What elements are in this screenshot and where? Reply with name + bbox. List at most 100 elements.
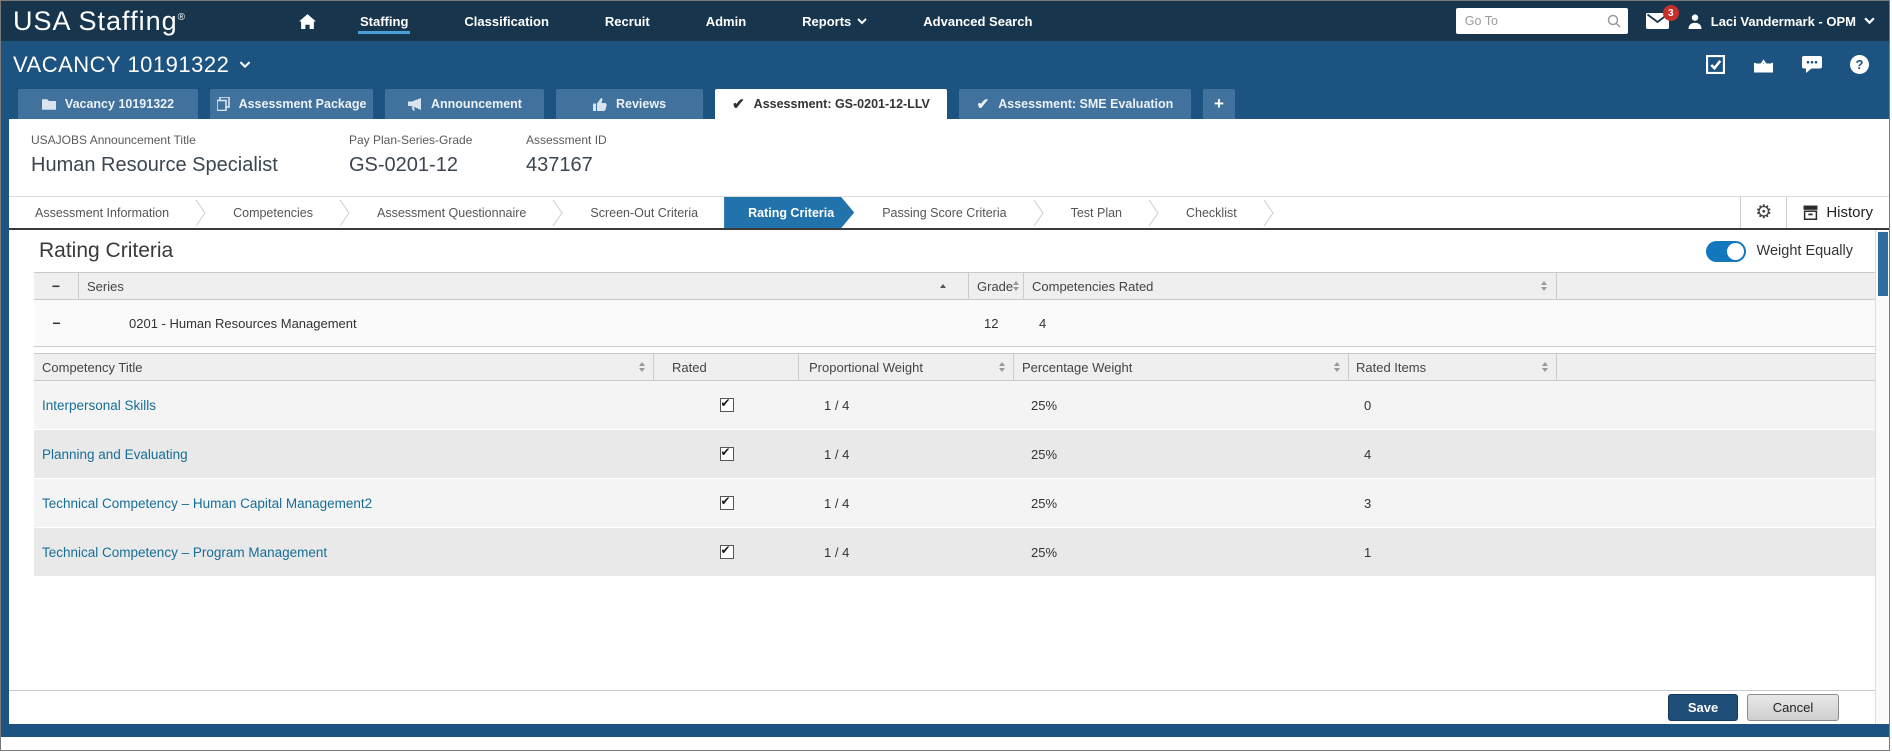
tab-announcement[interactable]: Announcement	[385, 89, 544, 119]
tasks-icon[interactable]	[1706, 55, 1725, 74]
step-competencies[interactable]: Competencies	[207, 197, 339, 228]
rated-items-cell: 0	[1364, 397, 1372, 413]
col-label: Competency Title	[42, 359, 143, 375]
history-button[interactable]: History	[1786, 197, 1889, 228]
search-icon[interactable]	[1607, 14, 1621, 28]
proportional-weight-cell: 1 / 4	[824, 397, 850, 413]
sort-icon[interactable]	[1334, 362, 1340, 372]
step-separator	[1033, 197, 1045, 228]
col-competencies-rated[interactable]: Competencies Rated	[1024, 273, 1557, 299]
step-separator	[1263, 197, 1275, 228]
col-proportional-weight[interactable]: Proportional Weight	[799, 354, 1014, 380]
tab-label: Vacancy 10191322	[64, 97, 175, 111]
add-tab-button[interactable]: +	[1203, 89, 1235, 119]
nav-reports[interactable]: Reports	[800, 3, 869, 40]
competency-title-cell: Interpersonal Skills	[34, 398, 654, 413]
sort-icon[interactable]	[1541, 281, 1547, 291]
nav-admin[interactable]: Admin	[704, 3, 748, 40]
tab-vacancy[interactable]: Vacancy 10191322	[18, 89, 198, 119]
nav-advanced-search[interactable]: Advanced Search	[921, 3, 1034, 40]
col-rated-items[interactable]: Rated Items	[1349, 354, 1557, 380]
messages-icon[interactable]: 3	[1645, 5, 1679, 29]
col-grade[interactable]: Grade	[969, 273, 1024, 299]
step-screen-out-criteria[interactable]: Screen-Out Criteria	[564, 197, 724, 228]
competency-link[interactable]: Planning and Evaluating	[42, 447, 188, 462]
competency-table-header: Competency Title Rated Proportional Weig…	[34, 353, 1875, 381]
page-title: Rating Criteria	[39, 239, 174, 262]
app-logo[interactable]: USA Staffing®	[13, 6, 281, 37]
vacancy-title-menu[interactable]: VACANCY 10191322	[13, 52, 251, 78]
percentage-weight-cell: 25%	[1031, 544, 1058, 560]
step-assessment-information[interactable]: Assessment Information	[9, 197, 195, 228]
tab-assessment-sme[interactable]: ✔ Assessment: SME Evaluation	[959, 89, 1191, 119]
assessment-info-row: USAJOBS Announcement Title Human Resourc…	[9, 119, 1889, 196]
assessment-id-value: 437167	[526, 154, 593, 176]
step-checklist[interactable]: Checklist	[1160, 197, 1263, 228]
tab-reviews[interactable]: Reviews	[556, 89, 703, 119]
weight-equally-toggle[interactable]	[1705, 240, 1746, 262]
chevron-down-icon	[239, 60, 251, 69]
footer-action-bar: Save Cancel	[9, 690, 1875, 724]
rated-checkbox[interactable]	[719, 396, 734, 412]
table-row: Interpersonal Skills 1 / 4 25% 0	[34, 381, 1875, 430]
cancel-button[interactable]: Cancel	[1747, 694, 1839, 721]
series-name: 0201 - Human Resources Management	[129, 315, 357, 331]
chat-icon[interactable]	[1802, 56, 1822, 73]
step-test-plan[interactable]: Test Plan	[1045, 197, 1148, 228]
save-button[interactable]: Save	[1668, 694, 1738, 721]
logo-text: USA Staffing	[13, 5, 178, 36]
percentage-weight-cell: 25%	[1031, 397, 1058, 413]
competency-link[interactable]: Technical Competency – Human Capital Man…	[42, 496, 372, 511]
nav-classification[interactable]: Classification	[462, 3, 551, 40]
app-window: USA Staffing® Staffing Classification Re…	[0, 0, 1890, 751]
nav-staffing[interactable]: Staffing	[358, 3, 411, 40]
sort-icon[interactable]	[1542, 362, 1548, 372]
rated-checkbox[interactable]	[719, 445, 734, 461]
megaphone-icon	[407, 97, 422, 111]
collapse-icon[interactable]: −	[52, 316, 60, 330]
col-series[interactable]: Series	[79, 273, 969, 299]
content-frame: USAJOBS Announcement Title Human Resourc…	[1, 119, 1889, 737]
competency-link[interactable]: Interpersonal Skills	[42, 398, 156, 413]
col-label: Series	[87, 278, 124, 294]
rated-items-cell: 1	[1364, 544, 1372, 560]
sort-icon[interactable]	[999, 362, 1005, 372]
competency-link[interactable]: Technical Competency – Program Managemen…	[42, 545, 327, 560]
step-rating-criteria[interactable]: Rating Criteria	[724, 197, 854, 228]
pay-plan-value: GS-0201-12	[349, 154, 458, 176]
document-tabstrip: Vacancy 10191322 Assessment Package Anno…	[1, 88, 1889, 119]
series-grade: 12	[984, 315, 999, 331]
nav-recruit[interactable]: Recruit	[603, 3, 652, 40]
goto-input[interactable]	[1455, 8, 1628, 34]
envelope-open-icon[interactable]	[1753, 57, 1774, 73]
sort-icon[interactable]	[940, 284, 946, 288]
gear-icon[interactable]: ⚙	[1740, 197, 1786, 228]
assessment-id-field: Assessment ID 437167	[526, 133, 607, 196]
collapse-icon[interactable]: −	[52, 279, 60, 293]
series-row: − 0201 - Human Resources Management 12 4	[34, 300, 1875, 347]
field-label: Pay Plan-Series-Grade	[349, 133, 473, 147]
tab-assessment-package[interactable]: Assessment Package	[210, 89, 373, 119]
sort-icon[interactable]	[1013, 281, 1020, 291]
rated-checkbox[interactable]	[719, 543, 734, 559]
col-percentage-weight[interactable]: Percentage Weight	[1014, 354, 1349, 380]
help-icon[interactable]: ?	[1850, 55, 1869, 74]
rated-checkbox[interactable]	[719, 494, 734, 510]
col-competency-title[interactable]: Competency Title	[34, 354, 654, 380]
step-passing-score-criteria[interactable]: Passing Score Criteria	[856, 197, 1032, 228]
tab-assessment-llv[interactable]: ✔ Assessment: GS-0201-12-LLV	[715, 89, 947, 119]
empty-area	[9, 577, 1875, 690]
vertical-scrollbar[interactable]	[1875, 230, 1889, 724]
step-separator	[339, 197, 351, 228]
announcement-title-value: Human Resource Specialist	[31, 154, 278, 176]
tab-label: Assessment: GS-0201-12-LLV	[753, 97, 930, 111]
step-separator	[1148, 197, 1160, 228]
step-assessment-questionnaire[interactable]: Assessment Questionnaire	[351, 197, 552, 228]
nav-reports-label: Reports	[802, 13, 852, 29]
sort-icon[interactable]	[639, 362, 645, 372]
home-icon[interactable]	[299, 13, 316, 29]
tab-label: Assessment Package	[238, 97, 367, 111]
scrollbar-thumb[interactable]	[1878, 232, 1888, 296]
user-menu[interactable]: Laci Vandermark - OPM	[1687, 13, 1875, 29]
percentage-weight-cell: 25%	[1031, 446, 1058, 462]
